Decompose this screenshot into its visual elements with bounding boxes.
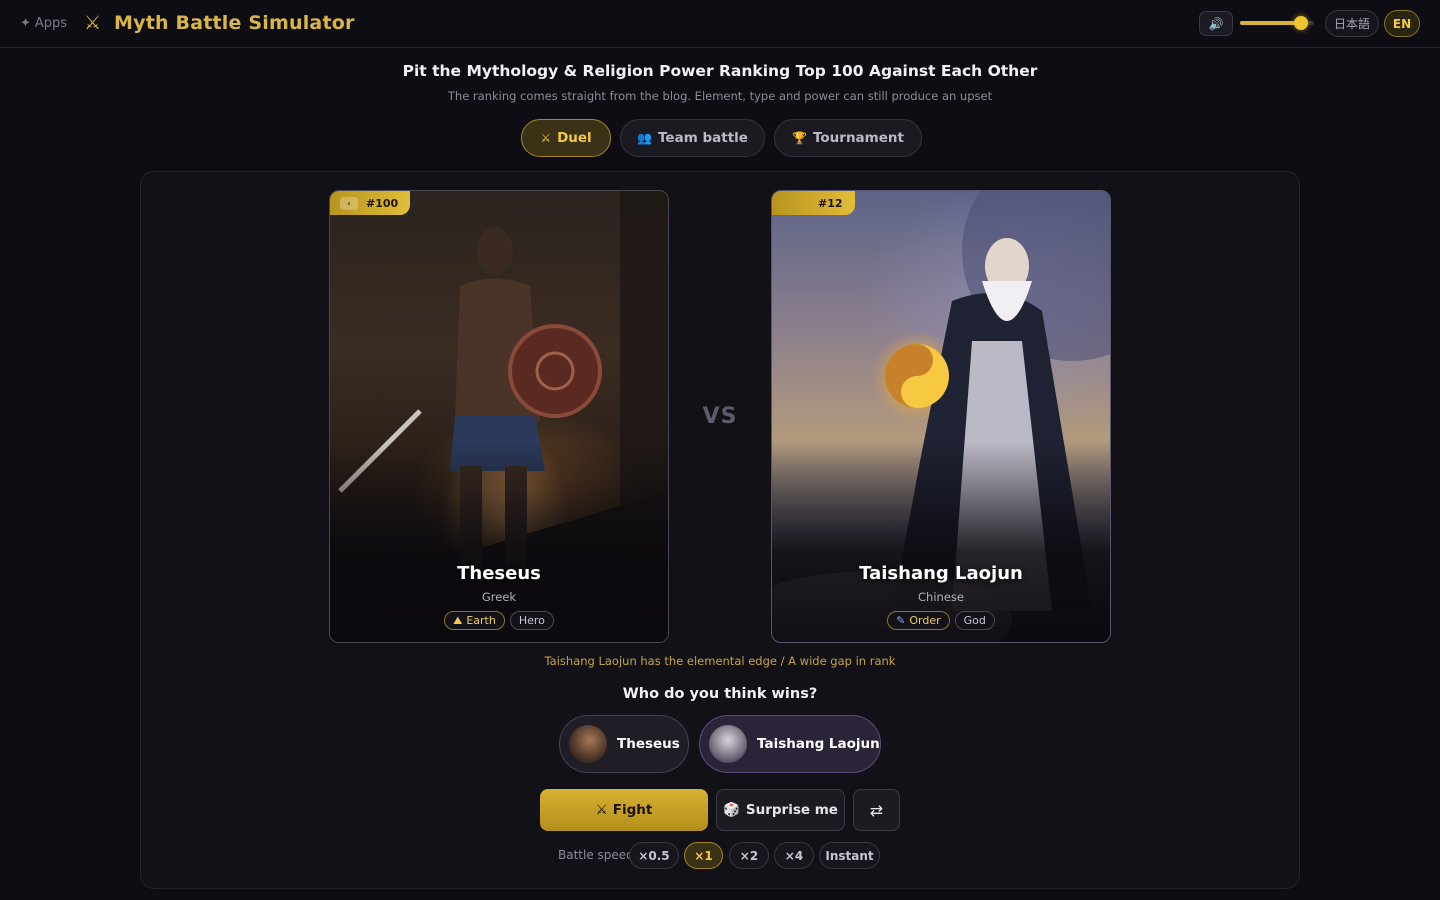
page-title: Pit the Mythology & Religion Power Ranki…: [402, 62, 1038, 80]
element-badge: ⛰ Earth: [444, 611, 505, 630]
predict-theseus-button[interactable]: Theseus: [559, 715, 689, 773]
tab-duel[interactable]: ⚔ Duel: [521, 119, 611, 157]
volume-slider[interactable]: [1240, 16, 1314, 30]
arena-panel: [140, 171, 1300, 889]
page-subtitle: The ranking comes straight from the blog…: [447, 89, 993, 103]
scroll-icon: ✎: [896, 614, 906, 627]
sound-toggle-button[interactable]: 🔊: [1199, 11, 1233, 36]
apps-link[interactable]: ✦ Apps: [20, 16, 67, 31]
apps-link-label: Apps: [34, 16, 68, 31]
type-badge: Hero: [509, 611, 554, 630]
language-en-button[interactable]: EN: [1384, 10, 1420, 37]
predict-taishang-laojun-button[interactable]: Taishang Laojun: [699, 715, 881, 773]
speaker-icon: 🔊: [1208, 16, 1224, 31]
rank-label: #12: [818, 196, 843, 210]
rank-label: #100: [366, 196, 399, 210]
fighter-tags: ⛰ Earth Hero: [330, 611, 668, 630]
dice-icon: 🎲: [723, 802, 740, 818]
tab-team-battle[interactable]: 👥 Team battle: [620, 119, 765, 157]
surprise-label: Surprise me: [745, 802, 838, 818]
avatar: [709, 725, 747, 763]
predict-option-label: Theseus: [617, 736, 680, 752]
tab-label: Tournament: [812, 130, 904, 146]
language-ja-button[interactable]: 日本語: [1325, 10, 1379, 37]
swap-fighters-button[interactable]: ⇄: [853, 789, 900, 831]
fight-label: Fight: [612, 802, 653, 818]
fighter-card-left[interactable]: ‹ #100 Theseus Greek ⛰ Earth Hero: [329, 190, 669, 643]
tab-label: Team battle: [658, 130, 748, 146]
speed-option-1[interactable]: ×1: [684, 842, 723, 869]
avatar: [569, 725, 607, 763]
type-badge: God: [954, 611, 995, 630]
tab-label: Duel: [557, 130, 592, 146]
crossed-swords-icon: ⚔: [84, 12, 102, 34]
speed-option-2[interactable]: ×2: [729, 842, 769, 869]
battle-speed-label: Battle speed: [558, 848, 634, 862]
prediction-question: Who do you think wins?: [622, 686, 818, 702]
speed-option-instant[interactable]: Instant: [819, 842, 880, 869]
surprise-me-button[interactable]: 🎲 Surprise me: [716, 789, 845, 831]
rank-badge: #12: [772, 191, 855, 215]
speed-option-0-5[interactable]: ×0.5: [629, 842, 679, 869]
predict-option-label: Taishang Laojun: [757, 736, 880, 752]
top-bar: ✦ Apps ⚔ Myth Battle Simulator 🔊 日本語 EN: [0, 0, 1440, 48]
app-title: Myth Battle Simulator: [114, 12, 355, 34]
tab-tournament[interactable]: 🏆 Tournament: [774, 119, 922, 157]
sparkle-icon: ✦: [20, 16, 31, 31]
crossed-swords-icon: ⚔: [595, 802, 608, 818]
brand[interactable]: ⚔ Myth Battle Simulator: [84, 12, 355, 34]
swap-icon: ⇄: [869, 800, 884, 820]
rock-icon: ⛰: [453, 613, 463, 627]
fighter-origin: Greek: [481, 590, 517, 604]
crossed-swords-icon: ⚔: [540, 131, 552, 145]
fighter-tags: ✎ Order God: [772, 611, 1110, 630]
fighter-card-right[interactable]: #12 Taishang Laojun Chinese ✎ Order God: [771, 190, 1111, 643]
fighter-name: Theseus: [457, 563, 541, 584]
rank-arrow-icon: ‹: [340, 196, 358, 210]
volume-thumb[interactable]: [1293, 16, 1308, 30]
mode-tabs: ⚔ Duel 👥 Team battle 🏆 Tournament: [521, 119, 922, 157]
speed-option-4[interactable]: ×4: [774, 842, 814, 869]
vs-label: VS: [702, 404, 738, 429]
element-badge: ✎ Order: [887, 611, 950, 630]
trophy-icon: 🏆: [792, 131, 807, 145]
volume-fill: [1240, 21, 1301, 25]
fighter-name: Taishang Laojun: [859, 563, 1023, 584]
people-icon: 👥: [637, 131, 653, 145]
element-label: Order: [909, 614, 941, 627]
fighter-origin: Chinese: [918, 590, 964, 604]
matchup-note: Taishang Laojun has the elemental edge /…: [544, 654, 896, 668]
fight-button[interactable]: ⚔ Fight: [540, 789, 708, 831]
rank-badge: ‹ #100: [330, 191, 411, 215]
element-label: Earth: [466, 614, 496, 627]
